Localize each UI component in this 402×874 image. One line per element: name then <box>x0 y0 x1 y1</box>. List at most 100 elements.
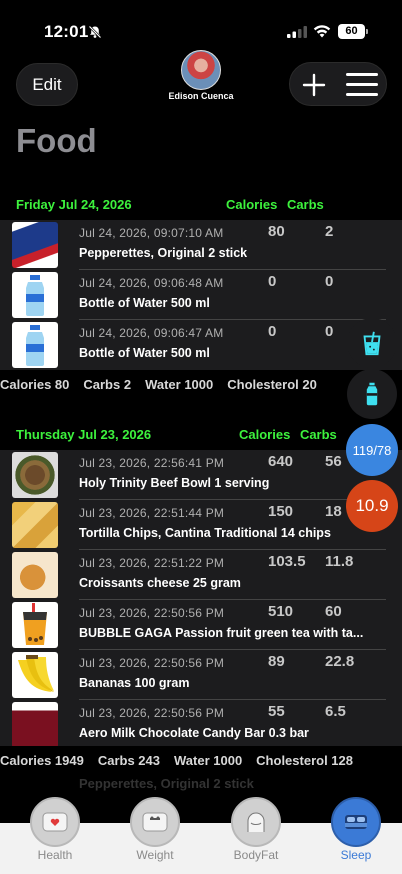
entry-calories: 0 <box>268 323 277 340</box>
entry-time: Jul 23, 2026, 22:51:44 PM <box>79 506 225 520</box>
banana-photo <box>12 652 58 698</box>
entry-carbs: 0 <box>325 323 334 340</box>
entry-calories: 510 <box>268 603 294 620</box>
tab-bodyfat[interactable]: BodyFat <box>221 797 291 862</box>
total-carbs: Carbs 2 <box>83 377 132 392</box>
water-cup-icon <box>363 331 381 356</box>
water-bottle-icon <box>366 382 378 406</box>
entry-time: Jul 23, 2026, 22:50:56 PM <box>79 656 225 670</box>
entry-carbs: 22.8 <box>325 653 355 670</box>
entry-time: Jul 23, 2026, 22:50:56 PM <box>79 706 225 720</box>
water-bottle-photo <box>12 322 58 368</box>
cellular-signal-icon <box>287 26 307 38</box>
carbs-column-header: Carbs <box>286 197 324 212</box>
list-item[interactable]: Jul 23, 2026, 22:50:56 PM 510 60 BUBBLE … <box>0 600 402 650</box>
column-headers: Calories Carbs <box>239 427 337 442</box>
tab-label: Sleep <box>340 848 372 862</box>
wifi-icon <box>313 25 331 38</box>
avatar[interactable] <box>181 50 221 90</box>
list-item[interactable]: Jul 24, 2026, 09:07:10 AM 80 2 Pepperett… <box>0 220 402 270</box>
water-bottle-button[interactable] <box>347 369 397 419</box>
entry-carbs: 2 <box>325 223 334 240</box>
bubble-tea-photo <box>12 602 58 648</box>
hamburger-menu-icon[interactable] <box>346 73 378 97</box>
battery-indicator: 60 <box>338 24 368 39</box>
edit-button[interactable]: Edit <box>16 63 78 106</box>
user-name: Edison Cuenca <box>168 91 234 101</box>
tab-bar: Health Weight BodyFat Sleep <box>0 797 402 874</box>
entry-calories: 0 <box>268 273 277 290</box>
tab-label: Health <box>37 848 73 862</box>
header-actions <box>289 62 387 106</box>
daily-totals: Calories 80 Carbs 2 Water 1000 Cholesterol … <box>0 377 402 392</box>
entry-name: Pepperettes, Original 2 stick <box>79 246 248 260</box>
tab-label: BodyFat <box>233 848 279 862</box>
ghost-row: Pepperettes, Original 2 stick <box>79 776 254 791</box>
total-cholesterol: Cholesterol 128 <box>256 753 353 768</box>
entry-carbs: 0 <box>325 273 334 290</box>
entry-carbs: 56 <box>325 453 342 470</box>
list-item[interactable]: Jul 24, 2026, 09:06:48 AM 0 0 Bottle of … <box>0 270 402 320</box>
bell-slash-icon <box>88 25 102 39</box>
plus-icon[interactable] <box>298 69 330 101</box>
food-list: Jul 23, 2026, 22:56:41 PM 640 56 Holy Tr… <box>0 450 402 746</box>
croissant-photo <box>12 552 58 598</box>
total-calories: Calories 1949 <box>0 753 84 768</box>
entry-name: BUBBLE GAGA Passion fruit green tea with… <box>79 626 364 640</box>
entry-time: Jul 24, 2026, 09:06:47 AM <box>79 326 224 340</box>
total-water: Water 1000 <box>145 377 214 392</box>
list-item[interactable]: Jul 23, 2026, 22:50:56 PM 89 22.8 Banana… <box>0 650 402 700</box>
entry-calories: 89 <box>268 653 285 670</box>
entry-calories: 55 <box>268 703 285 720</box>
total-calories: Calories 80 <box>0 377 70 392</box>
entry-name: Bananas 100 gram <box>79 676 190 690</box>
column-headers: Calories Carbs <box>226 197 324 212</box>
list-item[interactable]: Jul 23, 2026, 22:50:56 PM 55 6.5 Aero Mi… <box>0 700 402 746</box>
tab-sleep[interactable]: Sleep <box>321 797 391 862</box>
entry-time: Jul 23, 2026, 22:56:41 PM <box>79 456 225 470</box>
scale-icon <box>130 797 180 847</box>
section-header: Thursday Jul 23, 2026 Calories Carbs <box>0 427 402 449</box>
total-cholesterol: Cholesterol 20 <box>227 377 317 392</box>
glucose-button[interactable]: 10.9 <box>346 480 398 532</box>
total-carbs: Carbs 243 <box>97 753 160 768</box>
entry-time: Jul 23, 2026, 22:50:56 PM <box>79 606 225 620</box>
list-item[interactable]: Jul 23, 2026, 22:51:22 PM 103.5 11.8 Cro… <box>0 550 402 600</box>
aero-bar-photo <box>12 702 58 746</box>
entry-time: Jul 24, 2026, 09:07:10 AM <box>79 226 224 240</box>
entry-time: Jul 23, 2026, 22:51:22 PM <box>79 556 225 570</box>
entry-carbs: 11.8 <box>325 553 354 570</box>
section-date: Friday Jul 24, 2026 <box>16 197 132 212</box>
calories-column-header: Calories <box>239 427 291 442</box>
list-item[interactable]: Jul 24, 2026, 09:06:47 AM 0 0 Bottle of … <box>0 320 402 370</box>
water-cup-button[interactable] <box>347 318 397 368</box>
entry-name: Tortilla Chips, Cantina Traditional 14 c… <box>79 526 331 540</box>
tortilla-chips-photo <box>12 502 58 548</box>
entry-calories: 80 <box>268 223 285 240</box>
status-time: 12:01 <box>44 22 89 41</box>
status-bar: 12:01 60 <box>0 0 402 52</box>
entry-name: Holy Trinity Beef Bowl 1 serving <box>79 476 270 490</box>
tab-weight[interactable]: Weight <box>120 797 190 862</box>
tab-health[interactable]: Health <box>20 797 90 862</box>
tab-label: Weight <box>136 848 174 862</box>
entry-calories: 103.5 <box>268 553 306 570</box>
food-list: Jul 24, 2026, 09:07:10 AM 80 2 Pepperett… <box>0 220 402 370</box>
list-item[interactable]: Jul 23, 2026, 22:56:41 PM 640 56 Holy Tr… <box>0 450 402 500</box>
page-title: Food <box>16 122 97 159</box>
entry-time: Jul 24, 2026, 09:06:48 AM <box>79 276 224 290</box>
list-item[interactable]: Jul 23, 2026, 22:51:44 PM 150 18 Tortill… <box>0 500 402 550</box>
pepperettes-photo <box>12 222 58 268</box>
entry-carbs: 18 <box>325 503 342 520</box>
section-date: Thursday Jul 23, 2026 <box>16 427 152 442</box>
blood-pressure-button[interactable]: 119/78 <box>346 424 398 476</box>
daily-totals: Calories 1949 Carbs 243 Water 1000 Choleste… <box>0 753 402 768</box>
entry-carbs: 60 <box>325 603 342 620</box>
entry-calories: 640 <box>268 453 294 470</box>
entry-calories: 150 <box>268 503 294 520</box>
entry-name: Bottle of Water 500 ml <box>79 346 210 360</box>
entry-name: Croissants cheese 25 gram <box>79 576 241 590</box>
beef-bowl-photo <box>12 452 58 498</box>
battery-level: 60 <box>338 24 365 39</box>
bed-icon <box>331 797 381 847</box>
